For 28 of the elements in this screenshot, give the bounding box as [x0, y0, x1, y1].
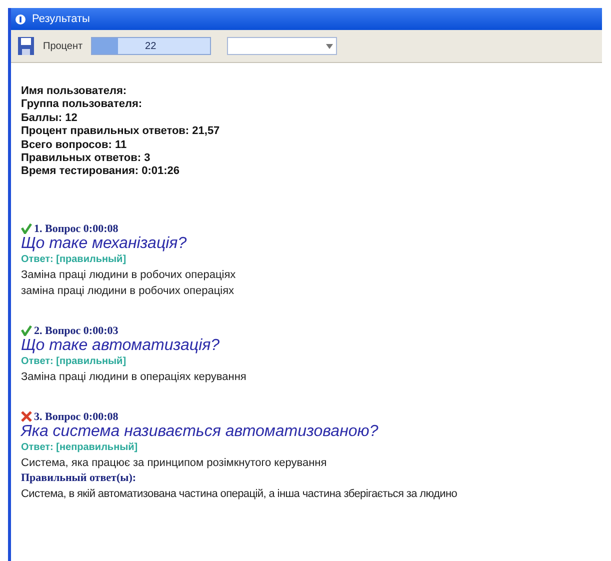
answer-text: заміна праці людини в робочих операціях — [21, 284, 236, 299]
answer-status: Ответ: [правильный] — [21, 354, 128, 369]
answer-text: Заміна праці людини в операціях керування — [21, 370, 248, 385]
question-text: Яка система називається автоматизованою? — [21, 422, 380, 440]
summary-line: Баллы: 12 — [21, 112, 78, 126]
save-icon[interactable] — [17, 36, 35, 56]
percent-value: 22 — [145, 40, 156, 52]
summary-line: Имя пользователя: — [21, 85, 128, 98]
summary-line: Группа пользователя: — [21, 98, 144, 112]
summary-line: Всего вопросов: 11 — [21, 138, 128, 152]
answer-text: Система, яка працює за принципом розімкнутого керування — [21, 456, 328, 471]
percent-label: Процент — [43, 40, 83, 52]
summary-line: Время тестирования: 0:01:26 — [21, 165, 181, 179]
summary-line: Правильных ответов: 3 — [21, 152, 152, 166]
question-header: 3. Вопрос 0:00:08 — [34, 410, 118, 423]
info-icon — [15, 14, 26, 24]
correct-answer-text: Система, в якій автоматизована частина операцій, а інша частина зберігається за людино — [21, 486, 458, 502]
answer-status: Ответ: [неправильный] — [21, 440, 139, 455]
caret-icon — [326, 44, 333, 48]
answer-status: Ответ: [правильный] — [21, 252, 128, 267]
window-title: Результаты — [32, 13, 90, 25]
answer-text: Заміна праці людини в робочих операціях — [21, 268, 237, 283]
question-text: Що таке автоматизація? — [21, 336, 221, 354]
question-header: 2. Вопрос 0:00:03 — [34, 324, 118, 337]
summary-line: Процент правильных ответов: 21,57 — [21, 125, 221, 139]
question-header: 1. Вопрос 0:00:08 — [34, 222, 118, 235]
correct-answer-label: Правильный ответ(ы): — [21, 470, 138, 486]
question-text: Що таке механізація? — [21, 234, 188, 252]
